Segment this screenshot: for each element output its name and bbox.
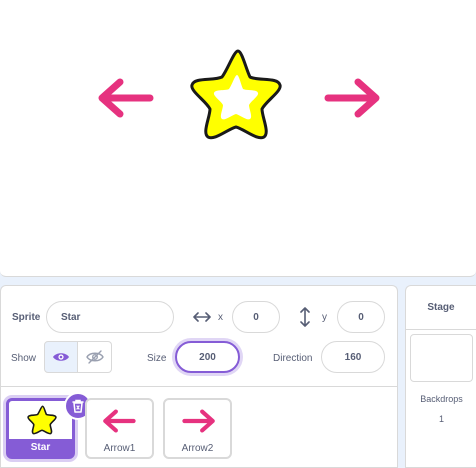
arrow-left-icon[interactable]: [96, 76, 158, 120]
arrow-right-icon: [182, 409, 215, 433]
sprite-list: Star Arrow1 Arrow2: [0, 386, 398, 468]
y-label: y: [322, 312, 327, 323]
backdrops-count: 1: [438, 414, 444, 424]
stage-title: Stage: [406, 286, 476, 330]
direction-label: Direction: [273, 353, 313, 364]
arrow-right-icon[interactable]: [320, 76, 382, 120]
x-label: x: [218, 312, 223, 323]
size-label: Size: [147, 353, 167, 364]
star-icon: [27, 405, 57, 435]
eye-icon: [53, 353, 69, 361]
x-input[interactable]: 0: [232, 301, 280, 333]
y-value: 0: [358, 311, 364, 323]
sprite-tile-label: Arrow2: [181, 443, 214, 454]
sprite-tile-star[interactable]: Star: [6, 392, 92, 459]
backdrops-label: Backdrops: [420, 394, 463, 404]
sprite-tile-label: Star: [9, 439, 72, 456]
sprite-name-input[interactable]: Star: [46, 301, 174, 333]
sprite-tile-arrow1[interactable]: Arrow1: [85, 398, 154, 459]
size-value: 200: [199, 351, 216, 363]
horizontal-arrows-icon: [193, 312, 211, 322]
vertical-arrows-icon: [300, 307, 310, 327]
size-input[interactable]: 200: [175, 341, 240, 373]
show-label: Show: [11, 353, 37, 364]
sprite-label: Sprite: [12, 312, 41, 323]
direction-value: 160: [344, 351, 362, 363]
show-visible-button[interactable]: [44, 341, 78, 373]
star-icon[interactable]: [186, 47, 286, 142]
sprite-tile-label: Arrow1: [103, 443, 136, 454]
direction-input[interactable]: 160: [321, 341, 385, 373]
sprite-tile-arrow2[interactable]: Arrow2: [163, 398, 232, 459]
eye-hidden-icon: [85, 350, 104, 364]
sprite-info-panel: Sprite Star x 0 y 0 Show Size 200 Direct…: [0, 285, 398, 386]
stage-thumbnail[interactable]: [410, 334, 473, 382]
y-input[interactable]: 0: [337, 301, 385, 333]
arrow-left-icon: [103, 409, 136, 433]
x-value: 0: [253, 311, 259, 323]
sprite-name-value: Star: [61, 311, 81, 323]
stage-target-panel[interactable]: Stage Backdrops 1: [405, 285, 476, 468]
show-hidden-button[interactable]: [78, 341, 112, 373]
stage-canvas[interactable]: [0, 0, 476, 277]
trash-icon: [72, 399, 84, 413]
